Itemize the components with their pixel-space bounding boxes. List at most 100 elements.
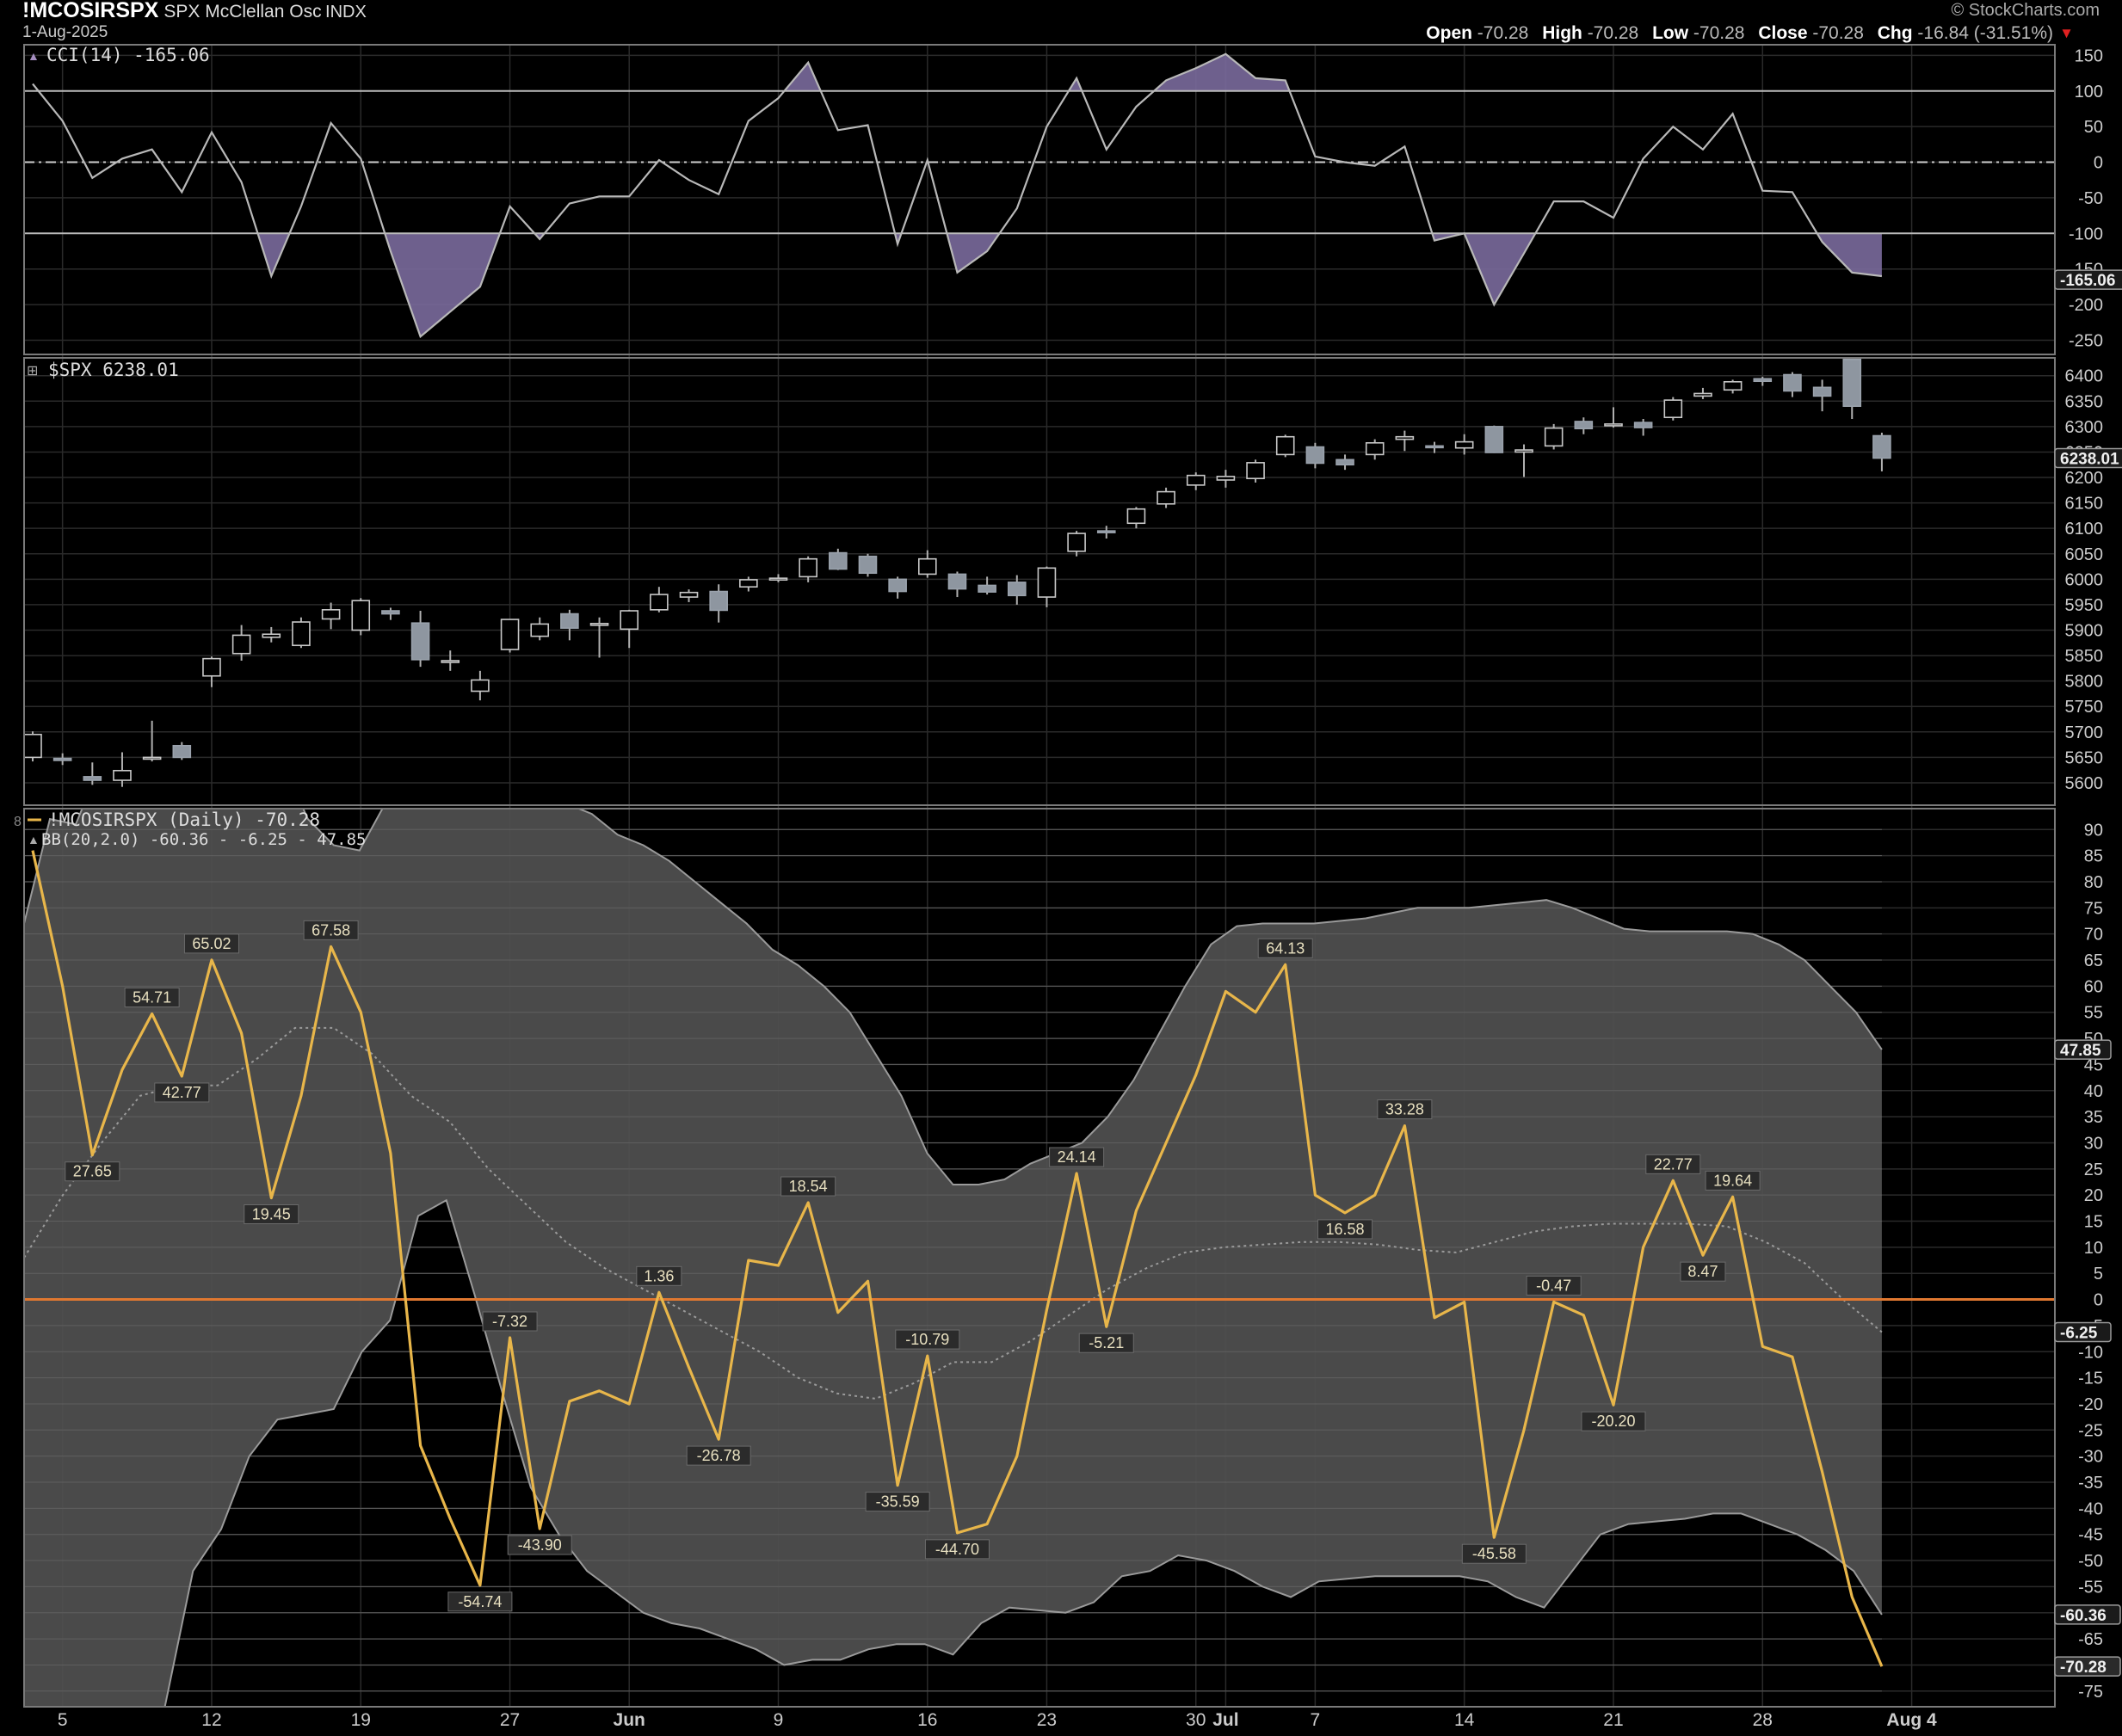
cci-ytick-label: -100 xyxy=(2069,225,2103,243)
candle-body xyxy=(679,591,699,598)
cci-ytick-label: 0 xyxy=(2094,154,2103,173)
candle-body xyxy=(1604,423,1623,427)
x-tick-label: 7 xyxy=(1311,1710,1321,1730)
data-label: 67.58 xyxy=(312,921,350,939)
mco-ytick-label: 60 xyxy=(2084,977,2103,996)
mco-ytick-label: 80 xyxy=(2084,873,2103,892)
candle-body xyxy=(1454,440,1474,449)
mco-ytick-label: -15 xyxy=(2078,1370,2103,1388)
spx-ytick-label: 6050 xyxy=(2065,545,2104,564)
x-tick-label: 27 xyxy=(500,1710,520,1730)
candle-body xyxy=(1126,508,1146,525)
candle-body xyxy=(471,679,490,693)
candle-body xyxy=(1544,427,1564,447)
spx-last-tag-label: 6238.01 xyxy=(2060,451,2119,469)
data-label: 27.65 xyxy=(73,1163,112,1180)
candle-body xyxy=(1753,378,1773,383)
candle-body xyxy=(52,757,72,761)
spx-legend: $SPX 6238.01 xyxy=(48,360,179,380)
mco-ytick-label: -45 xyxy=(2078,1526,2103,1545)
mco-ytick-label: 15 xyxy=(2084,1213,2103,1232)
data-label: -44.70 xyxy=(935,1541,979,1558)
x-tick-label: 21 xyxy=(1603,1710,1623,1730)
candle-body xyxy=(589,623,609,626)
data-label: 22.77 xyxy=(1654,1155,1693,1173)
candle-body xyxy=(1365,441,1385,456)
candle-body xyxy=(1186,474,1206,486)
candle-body xyxy=(888,578,907,593)
data-label: 19.45 xyxy=(252,1206,291,1223)
candle-body xyxy=(858,555,878,575)
candle-body xyxy=(650,594,669,611)
candle-body xyxy=(1246,462,1265,480)
bb-middle-tag-label: -6.25 xyxy=(2060,1324,2098,1342)
data-label: 64.13 xyxy=(1266,939,1305,957)
candle-body xyxy=(1275,435,1295,456)
bb-legend-icon: ▲ xyxy=(28,833,40,846)
mco-ytick-label: 65 xyxy=(2084,951,2103,970)
spx-ytick-label: 6200 xyxy=(2065,469,2104,488)
x-tick-label: 19 xyxy=(351,1710,371,1730)
mco-ytick-label: 40 xyxy=(2084,1082,2103,1101)
mco-ytick-label: 20 xyxy=(2084,1186,2103,1205)
candle-body xyxy=(1484,426,1504,453)
data-label: -35.59 xyxy=(876,1493,920,1511)
mco-panel xyxy=(24,809,2055,1707)
x-tick-label: Jun xyxy=(614,1710,645,1730)
x-tick-label: 28 xyxy=(1753,1710,1773,1730)
bb-lower-tag-label: -60.36 xyxy=(2060,1607,2107,1625)
data-label: 18.54 xyxy=(789,1178,828,1195)
mco-last-tag-label: -70.28 xyxy=(2060,1659,2107,1677)
spx-ytick-label: 5800 xyxy=(2065,673,2104,692)
chart-canvas[interactable]: 150100500-50-100150-200-2506400635063006… xyxy=(0,0,2122,1736)
candle-body xyxy=(1872,434,1891,459)
candle-body xyxy=(351,600,371,631)
x-tick-label: 12 xyxy=(201,1710,221,1730)
spx-ytick-label: 6100 xyxy=(2065,520,2104,539)
mco-ytick-label: 85 xyxy=(2084,847,2103,866)
x-tick-label: 16 xyxy=(917,1710,937,1730)
x-tick-label: 5 xyxy=(58,1710,68,1730)
candle-body xyxy=(1663,399,1683,419)
spx-ytick-label: 5600 xyxy=(2065,774,2104,793)
spx-ytick-label: 6000 xyxy=(2065,570,2104,589)
candle-body xyxy=(410,622,430,661)
cci-ytick-label: 100 xyxy=(2075,83,2103,102)
data-label: 65.02 xyxy=(192,935,231,952)
candle-body xyxy=(1514,449,1533,453)
mco-ytick-label: -40 xyxy=(2078,1499,2103,1518)
candle-body xyxy=(1037,567,1057,598)
candle-body xyxy=(709,590,728,612)
candle-body xyxy=(1633,422,1653,428)
spx-ytick-label: 6300 xyxy=(2065,418,2104,437)
data-label: -54.74 xyxy=(458,1593,502,1610)
candle-body xyxy=(829,551,848,570)
candle-body xyxy=(381,610,400,615)
spx-ytick-label: 5900 xyxy=(2065,621,2104,640)
data-label: -7.32 xyxy=(492,1313,527,1330)
mco-ytick-label: 5 xyxy=(2094,1265,2103,1284)
candle-body xyxy=(1305,446,1325,465)
spx-ytick-label: 5750 xyxy=(2065,698,2104,717)
candle-body xyxy=(83,776,102,781)
mco-ytick-label: -35 xyxy=(2078,1474,2103,1493)
candle-body xyxy=(739,579,758,588)
x-tick-label: 30 xyxy=(1186,1710,1206,1730)
candle-body xyxy=(1783,373,1802,392)
candle-body xyxy=(113,769,132,781)
data-label: 24.14 xyxy=(1058,1148,1096,1166)
mco-ytick-label: -25 xyxy=(2078,1421,2103,1440)
data-label: 33.28 xyxy=(1385,1101,1424,1118)
cci-ytick-label: 50 xyxy=(2084,118,2103,137)
candle-body xyxy=(24,733,42,759)
cci-legend-icon: ▲ xyxy=(28,49,40,63)
spx-ytick-label: 6350 xyxy=(2065,392,2104,411)
data-label: -0.47 xyxy=(1536,1277,1571,1294)
x-tick-label: Jul xyxy=(1212,1710,1238,1730)
spx-ytick-label: 6150 xyxy=(2065,495,2104,514)
data-label: 42.77 xyxy=(163,1084,201,1101)
candle-body xyxy=(1574,421,1594,430)
bb-upper-tag-label: 47.85 xyxy=(2060,1042,2101,1060)
candle-body xyxy=(142,756,162,760)
candle-body xyxy=(231,634,251,655)
